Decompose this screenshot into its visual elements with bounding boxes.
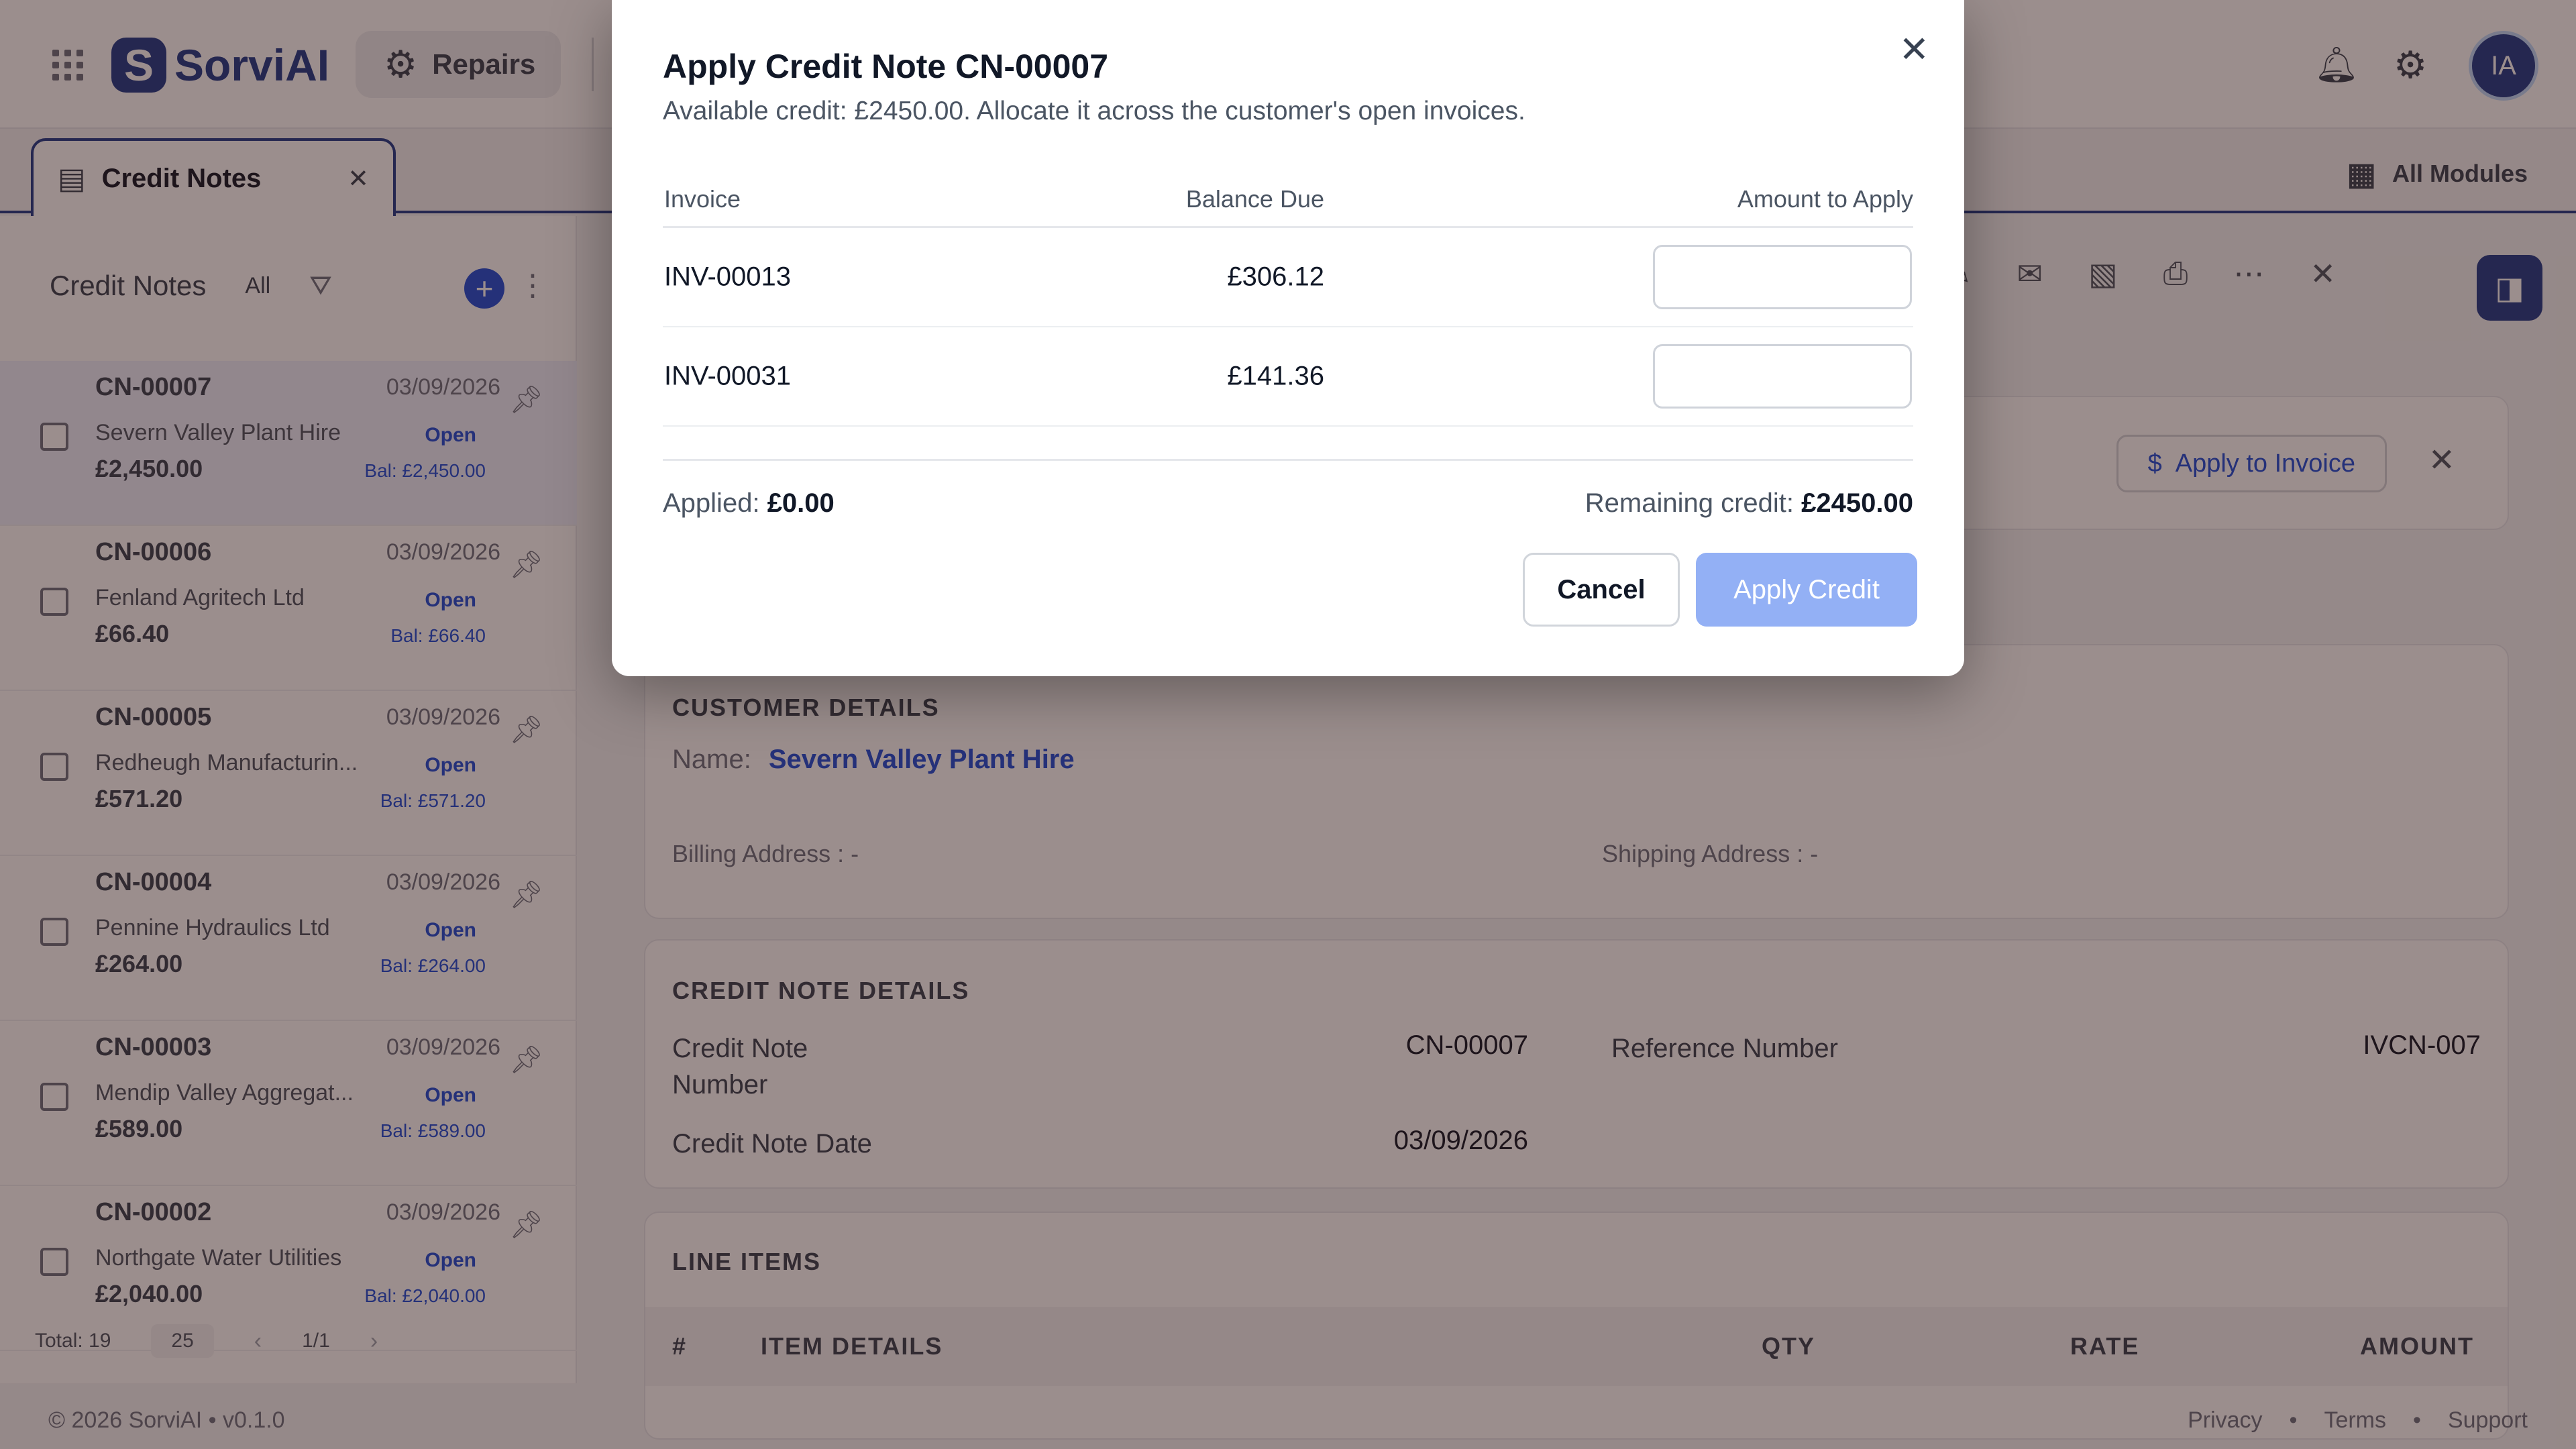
amount-to-apply-input[interactable] bbox=[1653, 245, 1912, 309]
table-row: INV-00031 £141.36 bbox=[663, 327, 1913, 427]
applied-summary: Applied: £0.00 bbox=[663, 488, 835, 519]
col-invoice: Invoice bbox=[664, 184, 741, 213]
col-balance-due: Balance Due bbox=[1185, 184, 1324, 213]
modal-subtitle: Available credit: £2450.00. Allocate it … bbox=[663, 97, 1525, 125]
apply-credit-modal: ✕ Apply Credit Note CN-00007 Available c… bbox=[612, 0, 1964, 676]
remaining-label: Remaining credit: bbox=[1585, 488, 1794, 518]
close-icon[interactable]: ✕ bbox=[1899, 28, 1929, 70]
balance-due: £141.36 bbox=[1227, 361, 1324, 391]
invoice-number: INV-00013 bbox=[664, 262, 792, 292]
divider bbox=[663, 459, 1913, 461]
remaining-summary: Remaining credit: £2450.00 bbox=[1585, 488, 1913, 519]
modal-title: Apply Credit Note CN-00007 bbox=[663, 48, 1109, 85]
apply-credit-button[interactable]: Apply Credit bbox=[1696, 553, 1917, 627]
invoice-allocation-table: Invoice Balance Due Amount to Apply INV-… bbox=[663, 172, 1913, 427]
table-row: INV-00013 £306.12 bbox=[663, 228, 1913, 327]
remaining-value: £2450.00 bbox=[1801, 488, 1913, 518]
invoice-number: INV-00031 bbox=[664, 361, 792, 391]
applied-label: Applied: bbox=[663, 488, 760, 518]
col-amount-to-apply: Amount to Apply bbox=[1737, 184, 1913, 213]
cancel-button[interactable]: Cancel bbox=[1523, 553, 1680, 627]
table-header: Invoice Balance Due Amount to Apply bbox=[663, 172, 1913, 228]
amount-to-apply-input[interactable] bbox=[1653, 344, 1912, 409]
balance-due: £306.12 bbox=[1227, 262, 1324, 292]
applied-value: £0.00 bbox=[767, 488, 835, 518]
